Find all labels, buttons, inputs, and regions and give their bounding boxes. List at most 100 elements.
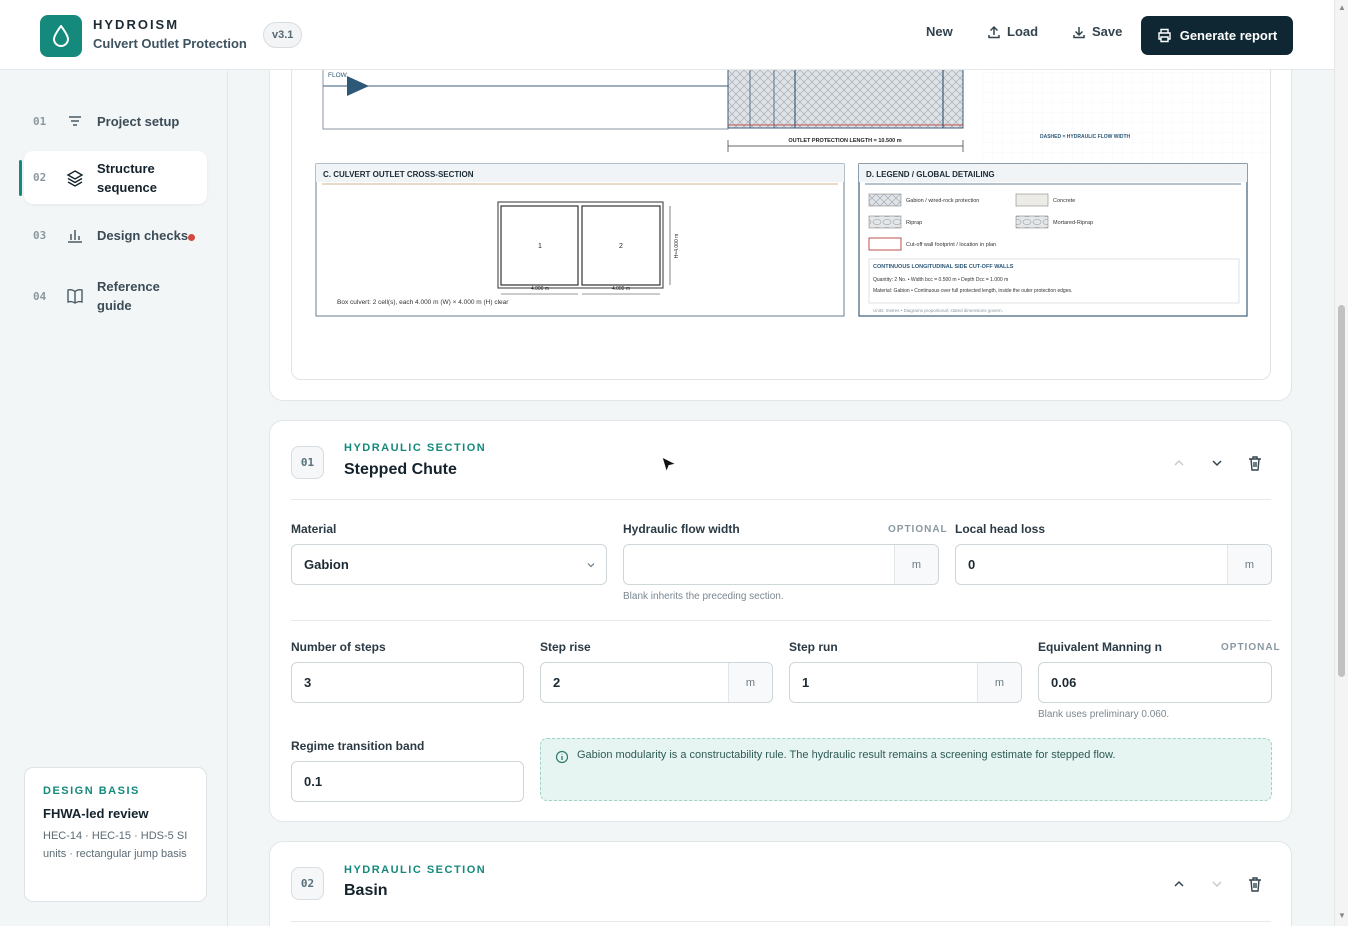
cell-2-width: 4.000 m bbox=[612, 286, 630, 292]
flow-label: FLOW bbox=[328, 72, 348, 79]
section-card-basin: 02 HYDRAULIC SECTION Basin bbox=[269, 841, 1292, 926]
step-number: 03 bbox=[33, 228, 47, 242]
save-button[interactable]: Save bbox=[1072, 24, 1122, 39]
load-label: Load bbox=[1007, 24, 1039, 39]
cell-2-label: 2 bbox=[619, 243, 623, 250]
length-label: OUTLET PROTECTION LENGTH = 10.500 m bbox=[788, 138, 901, 144]
sidebar: 01 Project setup 02 Structure sequence 0… bbox=[0, 71, 228, 926]
sidebar-item-reference-guide[interactable]: 04 Reference guide bbox=[24, 276, 207, 316]
book-icon bbox=[67, 288, 83, 304]
filter-icon bbox=[69, 116, 81, 126]
page-scrollbar[interactable]: ▲ ▼ bbox=[1334, 0, 1348, 926]
scroll-up-arrow[interactable]: ▲ bbox=[1338, 3, 1346, 12]
design-basis-kicker: DESIGN BASIS bbox=[43, 785, 140, 797]
section-kicker: HYDRAULIC SECTION bbox=[344, 442, 487, 454]
generate-report-label: Generate report bbox=[1179, 28, 1278, 43]
flow-width-input[interactable]: m bbox=[623, 544, 939, 585]
unit-label: m bbox=[1227, 545, 1271, 584]
brand-subtitle: Culvert Outlet Protection bbox=[93, 36, 247, 51]
trash-icon[interactable] bbox=[1246, 454, 1264, 472]
head-loss-value: 0 bbox=[968, 557, 976, 572]
sidebar-item-project-setup[interactable]: 01 Project setup bbox=[24, 105, 207, 137]
legend-riprap: Riprap bbox=[906, 220, 922, 226]
new-label: New bbox=[926, 24, 953, 39]
alert-dot bbox=[188, 234, 195, 241]
download-icon bbox=[1073, 26, 1085, 38]
chevron-down-icon[interactable] bbox=[1208, 454, 1226, 472]
sidebar-item-label: Reference guide bbox=[97, 279, 160, 313]
flow-width-hint: Blank inherits the preceding section. bbox=[623, 591, 784, 602]
cross-section-caption: Box culvert: 2 cell(s), each 4.000 m (W)… bbox=[337, 299, 509, 306]
info-icon bbox=[555, 750, 569, 764]
cell-1-width: 4.000 m bbox=[531, 286, 549, 292]
material-value: Gabion bbox=[304, 557, 349, 572]
cell-1-label: 1 bbox=[538, 243, 542, 250]
app-logo bbox=[40, 15, 82, 57]
chevron-down-icon[interactable] bbox=[1208, 875, 1226, 893]
regime-input[interactable]: 0.1 bbox=[291, 761, 524, 802]
trash-icon[interactable] bbox=[1246, 875, 1264, 893]
chevron-down-icon bbox=[587, 562, 595, 567]
cutoff-walls-title: CONTINUOUS LONGITUDINAL SIDE CUT-OFF WAL… bbox=[873, 264, 1014, 270]
sidebar-item-structure-sequence[interactable]: 02 Structure sequence bbox=[24, 151, 207, 204]
printer-icon bbox=[1158, 28, 1171, 43]
scrollbar-thumb[interactable] bbox=[1338, 305, 1345, 677]
app-header: HYDROISM Culvert Outlet Protection v3.1 … bbox=[0, 0, 1334, 70]
new-button[interactable]: New bbox=[926, 24, 953, 39]
sidebar-item-label: Design checks bbox=[97, 227, 189, 243]
steps-input[interactable]: 3 bbox=[291, 662, 524, 703]
chevron-up-icon[interactable] bbox=[1170, 454, 1188, 472]
section-divider bbox=[291, 921, 1271, 922]
material-label: Material bbox=[291, 522, 337, 536]
design-basis-description: HEC-14 · HEC-15 · HDS-5 SI units · recta… bbox=[43, 830, 188, 860]
chart-icon bbox=[68, 230, 82, 243]
unit-label: m bbox=[728, 663, 772, 702]
regime-value: 0.1 bbox=[304, 774, 323, 789]
cross-section-panel: C. CULVERT OUTLET CROSS-SECTION 1 2 4.00… bbox=[315, 163, 845, 317]
optional-tag: OPTIONAL bbox=[1221, 642, 1281, 653]
step-rise-value: 2 bbox=[553, 675, 561, 690]
step-number: 02 bbox=[33, 171, 47, 184]
section-kicker: HYDRAULIC SECTION bbox=[344, 864, 487, 876]
step-rise-label: Step rise bbox=[540, 640, 591, 654]
sidebar-item-design-checks[interactable]: 03 Design checks bbox=[24, 215, 207, 255]
design-basis-title: FHWA-led review bbox=[43, 806, 149, 821]
cell-height: H=4.000 m bbox=[674, 234, 680, 259]
cutoff-walls-line2: Material: Gabion • Continuous over full … bbox=[873, 288, 1072, 294]
mouse-cursor-icon bbox=[661, 456, 678, 474]
info-text: Gabion modularity is a constructability … bbox=[577, 749, 1116, 761]
sidebar-item-label: Project setup bbox=[97, 113, 180, 129]
upload-icon bbox=[988, 25, 1000, 38]
section-title: Basin bbox=[344, 882, 388, 899]
dashed-note: DASHED = HYDRAULIC FLOW WIDTH bbox=[1040, 134, 1131, 140]
scroll-down-arrow[interactable]: ▼ bbox=[1338, 911, 1346, 920]
design-basis-card: DESIGN BASIS FHWA-led review HEC-14 · HE… bbox=[24, 767, 207, 902]
steps-value: 3 bbox=[304, 675, 312, 690]
save-label: Save bbox=[1092, 24, 1123, 39]
section-divider bbox=[291, 620, 1271, 621]
version-badge: v3.1 bbox=[263, 22, 303, 48]
manning-hint: Blank uses preliminary 0.060. bbox=[1038, 709, 1170, 720]
load-button[interactable]: Load bbox=[987, 24, 1038, 39]
section-d-title: D. LEGEND / GLOBAL DETAILING bbox=[866, 170, 995, 179]
sidebar-item-label: Structure sequence bbox=[97, 160, 157, 195]
legend-panel: D. LEGEND / GLOBAL DETAILING Gabion / wi… bbox=[858, 163, 1248, 317]
step-run-input[interactable]: 1 m bbox=[789, 662, 1022, 703]
chevron-up-icon[interactable] bbox=[1170, 875, 1188, 893]
manning-input[interactable]: 0.06 bbox=[1038, 662, 1272, 703]
optional-tag: OPTIONAL bbox=[888, 524, 948, 535]
flow-width-label: Hydraulic flow width bbox=[623, 522, 740, 536]
step-rise-input[interactable]: 2 m bbox=[540, 662, 773, 703]
unit-label: m bbox=[894, 545, 938, 584]
head-loss-input[interactable]: 0 m bbox=[955, 544, 1272, 585]
material-select[interactable]: Gabion bbox=[291, 544, 607, 585]
step-run-value: 1 bbox=[802, 675, 810, 690]
section-divider bbox=[291, 499, 1271, 500]
info-callout: Gabion modularity is a constructability … bbox=[540, 738, 1272, 801]
layers-icon bbox=[66, 169, 84, 187]
generate-report-button[interactable]: Generate report bbox=[1141, 16, 1293, 55]
step-run-label: Step run bbox=[789, 640, 838, 654]
legend-cutoff: Cut-off wall footprint / location in pla… bbox=[906, 242, 996, 248]
manning-label: Equivalent Manning n bbox=[1038, 640, 1163, 654]
step-number: 04 bbox=[33, 289, 47, 303]
